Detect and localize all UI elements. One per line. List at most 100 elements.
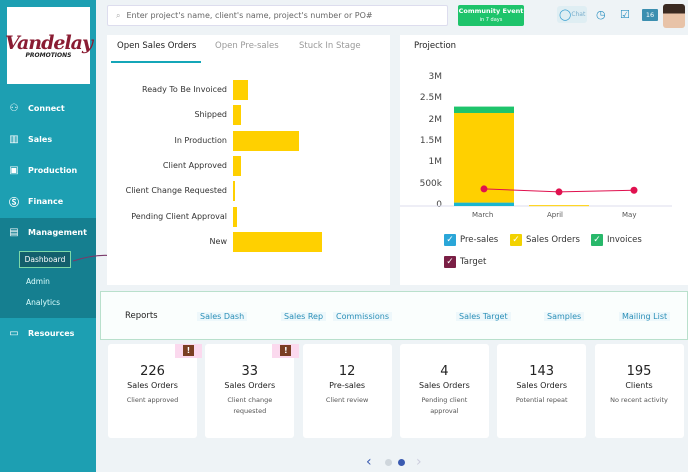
report-tab-sales-rep[interactable]: Sales Rep [281,312,327,321]
bar-label: Shipped [194,110,227,120]
checkbox-icon[interactable]: ✓ [444,234,456,246]
checkbox-icon[interactable]: ✓ [444,256,456,268]
report-tab-sales-dash[interactable]: Sales Dash [197,312,248,321]
report-tab-commissions[interactable]: Commissions [333,312,392,321]
notification-badge[interactable]: 16 [642,9,658,21]
next-page-button[interactable]: › [416,454,422,470]
production-icon: ▣ [9,164,19,176]
active-tab-indicator [111,61,201,63]
sidebar-item-label: Resources [28,328,75,338]
target-point[interactable] [555,188,563,196]
stat-card[interactable]: 4 Sales Orders Pending client approval [399,344,489,438]
stat-card[interactable]: 195 Clients No recent activity [594,344,684,438]
projection-chart [400,106,672,207]
sidebar-item-production[interactable]: ▣ Production [0,159,96,181]
stat-type: Sales Orders [224,381,276,390]
bar-label: Client Approved [162,160,227,170]
stat-card[interactable]: 12 Pre-sales Client review [302,344,392,438]
x-tick-label: April [547,211,563,219]
sidebar-item-sales[interactable]: ▥ Sales [0,128,96,150]
sidebar-item-connect[interactable]: ⚇ Connect [0,97,96,119]
bar-label: Client Change Requested [125,186,227,196]
stat-type: Sales Orders [516,381,568,390]
bar[interactable] [233,155,241,176]
reports-label: Reports [125,311,158,321]
tab-stuck-in-stage[interactable]: Stuck In Stage [299,41,361,51]
report-tab-mailing-list[interactable]: Mailing List [619,312,671,321]
legend-target[interactable]: ✓ Target [444,256,486,268]
bar-invoices-march[interactable] [454,106,514,113]
page-dot-1[interactable] [385,459,392,466]
stat-desc: Client change requested [227,396,273,415]
stat-type: Sales Orders [127,381,178,390]
chat-icon: ◯ [559,8,572,21]
bar-label: Pending Client Approval [131,211,227,221]
reports-bar: Reports Sales Dash Sales Rep Commissions Sa… [100,291,688,340]
legend-invoices[interactable]: ✓ Invoices [591,234,642,246]
building-icon: ▤ [9,226,19,238]
logo[interactable]: Vandelay PROMOTIONS [5,7,93,84]
legend-label: Invoices [607,235,642,245]
page-dot-2[interactable] [398,459,405,466]
sidebar-item-management[interactable]: ▤ Management [0,221,96,243]
bar[interactable] [233,206,237,227]
checkbox-icon[interactable]: ✓ [510,234,522,246]
bar[interactable] [233,130,299,151]
search-input[interactable]: ⌕ Enter project's name, client's name, pr… [107,5,448,26]
legend-label: Pre-sales [460,235,499,245]
stat-count: 226 [140,364,165,379]
stat-desc: No recent activity [610,396,668,404]
alert-icon: ! [280,345,292,356]
stat-card[interactable]: 143 Sales Orders Potential repeat [497,344,587,438]
sidebar-item-finance[interactable]: Ⓢ Finance [0,190,96,212]
stat-count: 33 [241,364,259,379]
bar-pre-sales-march[interactable] [454,202,514,206]
avatar[interactable] [663,4,685,28]
bar[interactable] [233,105,241,126]
book-icon: ▭ [9,327,19,339]
stat-count: 12 [338,364,356,379]
bar-label: In Production [174,135,227,145]
stat-desc: Potential repeat [515,396,568,404]
target-point[interactable] [630,186,638,194]
legend-label: Sales Orders [526,235,580,245]
tab-open-pre-sales[interactable]: Open Pre-sales [215,41,279,51]
dollar-icon: Ⓢ [9,197,19,209]
sidebar-item-resources[interactable]: ▭ Resources [0,322,96,344]
community-event-button[interactable]: Community Event in 7 days [458,5,524,26]
tab-open-sales-orders[interactable]: Open Sales Orders [117,41,196,51]
clock-icon[interactable]: ◷ [596,8,606,21]
checkbox-icon[interactable]: ✓ [591,234,603,246]
bar[interactable] [233,80,248,100]
users-icon: ⚇ [9,102,19,114]
stat-desc: Pending client approval [421,396,468,415]
x-tick-label: May [622,211,637,219]
stat-card[interactable]: 226 Sales Orders Client approved [108,344,197,438]
sidebar-sub-analytics[interactable]: Analytics [26,298,60,307]
bar-sales-orders-april[interactable] [529,205,589,207]
legend-sales-orders[interactable]: ✓ Sales Orders [510,234,580,246]
bar[interactable] [233,181,235,202]
prev-page-button[interactable]: ‹ [366,454,372,470]
sidebar-sub-dashboard[interactable]: Dashboard [19,251,71,268]
warning-badge[interactable]: ! [175,344,202,358]
legend-pre-sales[interactable]: ✓ Pre-sales [444,234,498,246]
sidebar-item-label: Production [28,165,78,175]
report-tab-samples[interactable]: Samples [544,312,585,321]
bar[interactable] [233,231,322,252]
bar-chart-icon: ▥ [9,133,19,145]
warning-badge[interactable]: ! [272,344,300,358]
sidebar-item-label: Management [28,227,87,237]
chat-button[interactable]: ◯ Chat [557,6,587,23]
alert-icon: ! [183,345,194,356]
tasks-icon[interactable]: ☑ [620,8,630,21]
report-tab-sales-target[interactable]: Sales Target [456,312,511,321]
sidebar-item-label: Connect [28,103,65,113]
sidebar-sub-admin[interactable]: Admin [26,277,50,286]
open-orders-panel: Open Sales Orders Open Pre-sales Stuck I… [107,35,390,285]
search-icon: ⌕ [116,10,121,20]
sidebar-item-label: Sales [28,134,53,144]
stat-card[interactable]: 33 Sales Orders Client change requested [205,344,295,438]
target-point[interactable] [480,185,488,193]
stat-type: Sales Orders [419,381,470,390]
